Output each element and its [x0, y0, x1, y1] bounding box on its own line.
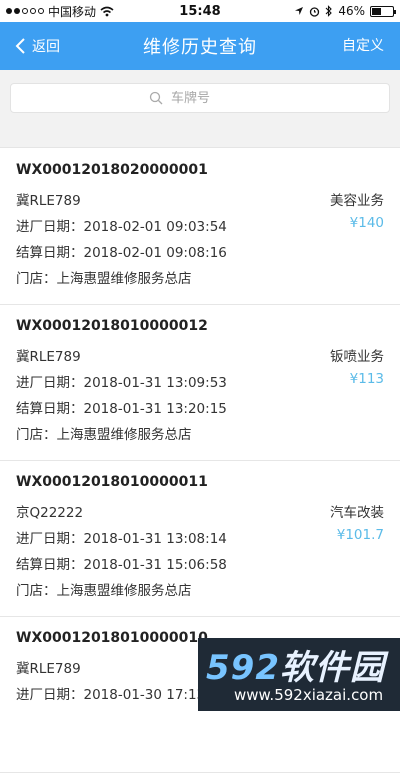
order-number: WX00012018010000012 — [16, 318, 208, 334]
search-icon — [149, 91, 163, 105]
service-type: 美容业务 — [330, 193, 384, 209]
back-button[interactable]: 返回 — [14, 22, 60, 70]
section-divider — [0, 126, 400, 148]
signal-strength-icon — [6, 8, 44, 14]
plate-number: 冀RLE789 — [16, 193, 81, 209]
order-number: WX00012018020000001 — [16, 162, 208, 178]
customize-button[interactable]: 自定义 — [342, 22, 384, 70]
alarm-icon — [310, 6, 320, 17]
status-left: 中国移动 — [6, 3, 114, 20]
wifi-icon — [100, 6, 114, 16]
page-title: 维修历史查询 — [143, 37, 257, 58]
search-area — [0, 70, 400, 126]
settle-date: 结算日期：2018-01-31 13:20:15 — [16, 401, 227, 417]
repair-record[interactable]: WX00012018010000011 京Q22222 汽车改装 进厂日期：20… — [0, 461, 400, 617]
search-box[interactable] — [10, 83, 390, 113]
store-name: 门店：上海惠盟维修服务总店 — [16, 427, 192, 443]
service-type: 钣喷业务 — [330, 349, 384, 365]
location-arrow-icon — [295, 7, 304, 15]
order-number: WX00012018010000010 — [16, 630, 208, 646]
settle-date: 结算日期：2018-02-01 09:08:16 — [16, 245, 227, 261]
enter-date: 进厂日期：2018-01-31 13:09:53 — [16, 375, 227, 391]
amount: ¥101.7 — [336, 527, 384, 543]
store-name: 门店：上海惠盟维修服务总店 — [16, 271, 192, 287]
enter-date: 进厂日期：2018-01-30 17:13 — [16, 687, 206, 703]
battery-percent: 46% — [338, 4, 365, 18]
settle-date: 结算日期：2018-01-31 15:06:58 — [16, 557, 227, 573]
bluetooth-icon — [325, 5, 333, 17]
repair-record[interactable]: WX00012018020000001 冀RLE789 美容业务 进厂日期：20… — [0, 149, 400, 305]
watermark: 592软件园 www.592xiazai.com — [198, 638, 400, 711]
enter-date: 进厂日期：2018-02-01 09:03:54 — [16, 219, 227, 235]
amount: ¥113 — [349, 371, 384, 387]
store-name: 门店：上海惠盟维修服务总店 — [16, 583, 192, 599]
order-number: WX00012018010000011 — [16, 474, 208, 490]
repair-record[interactable]: WX00012018010000012 冀RLE789 钣喷业务 进厂日期：20… — [0, 305, 400, 461]
status-right: 46% — [294, 4, 396, 18]
back-label: 返回 — [32, 39, 60, 55]
plate-number: 冀RLE789 — [16, 349, 81, 365]
navigation-bar: 返回 维修历史查询 自定义 — [0, 22, 400, 70]
enter-date: 进厂日期：2018-01-31 13:08:14 — [16, 531, 227, 547]
battery-icon — [370, 5, 396, 17]
chevron-left-icon — [15, 38, 25, 54]
carrier-name: 中国移动 — [48, 4, 97, 19]
battery-level — [372, 7, 382, 15]
plate-number: 冀RLE789 — [16, 661, 81, 677]
service-type: 汽车改装 — [330, 505, 384, 521]
amount: ¥140 — [349, 215, 384, 231]
plate-search-input[interactable] — [171, 90, 251, 106]
watermark-url: www.592xiazai.com — [234, 686, 384, 704]
watermark-logo: 592软件园 — [206, 648, 385, 688]
plate-number: 京Q22222 — [16, 505, 84, 521]
status-bar: 中国移动 15:48 46% — [0, 0, 400, 22]
